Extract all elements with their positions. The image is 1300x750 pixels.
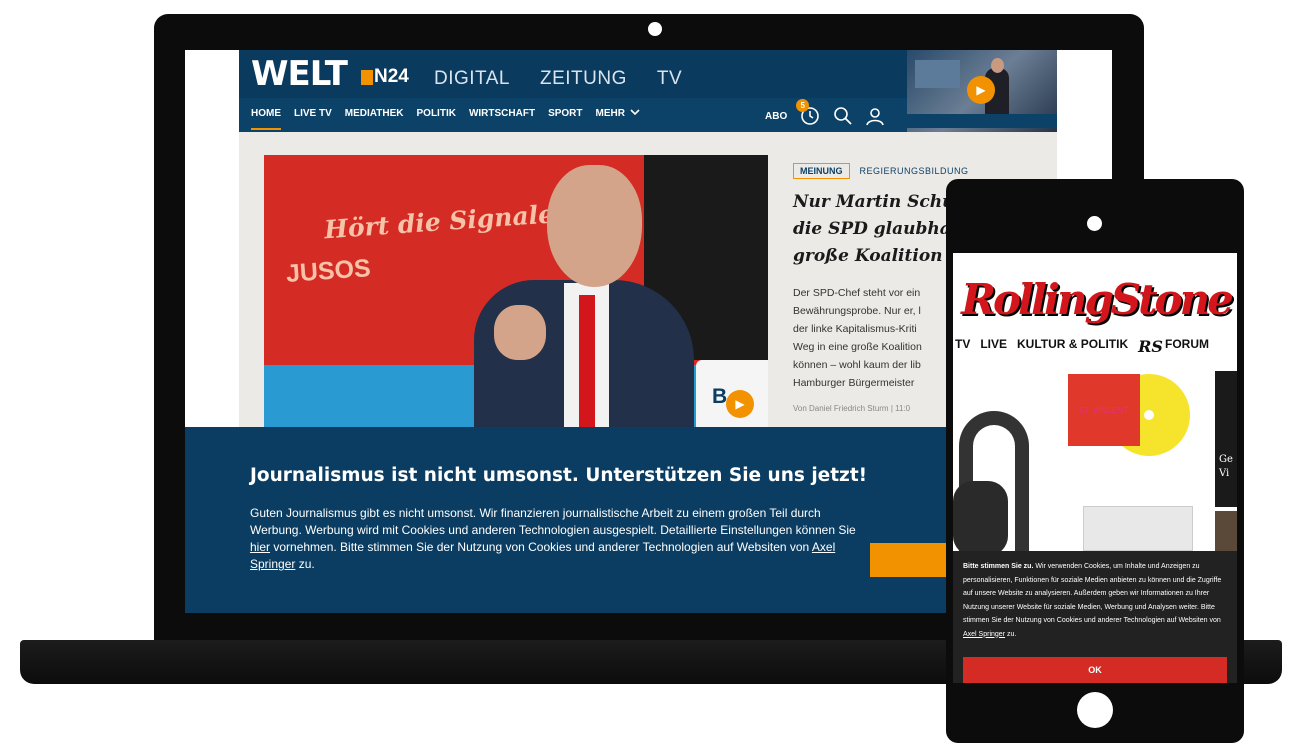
podium-text: B: [712, 385, 728, 408]
presenter-head: [991, 58, 1004, 73]
main-nav: HOME LIVE TV MEDIATHEK POLITIK WIRTSCHAF…: [251, 108, 640, 130]
hero-banner: JUSOS: [285, 254, 372, 288]
welt-header: WELT N24 DIGITAL ZEITUNG TV HOME LIVE TV…: [239, 50, 1057, 132]
laptop-camera: [648, 22, 662, 36]
cookie-settings-link[interactable]: hier: [250, 540, 270, 554]
cookie-text-part: zu.: [295, 557, 315, 571]
side-teaser[interactable]: [1215, 371, 1237, 507]
nav-mehr-label: MEHR: [595, 108, 625, 119]
live-video-thumbnail[interactable]: ▶: [907, 50, 1057, 132]
device-mockup: WELT N24 DIGITAL ZEITUNG TV HOME LIVE TV…: [0, 0, 1300, 750]
nav-mehr[interactable]: MEHR: [596, 108, 640, 130]
n24-label: N24: [374, 66, 409, 87]
history-button[interactable]: 5: [796, 99, 821, 127]
chevron-down-icon: [630, 109, 640, 116]
studio-screen: [915, 60, 960, 88]
tablet-screen: RollingStone TV LIVE KULTUR & POLITIK RS…: [953, 253, 1237, 683]
top-nav-digital[interactable]: DIGITAL: [434, 68, 510, 90]
hero-image[interactable]: Hört die Signale! JUSOS B ▶: [264, 155, 768, 445]
abo-link[interactable]: ABO: [765, 111, 787, 122]
album-cover-text: ST. VINCENT: [1079, 406, 1129, 415]
nav-politik[interactable]: POLITIK: [417, 108, 456, 130]
search-icon[interactable]: [833, 106, 853, 126]
rs-cookie-publisher-link[interactable]: Axel Springer: [963, 631, 1005, 638]
nav-right: ABO 5: [765, 99, 885, 127]
vinyl-hole: [1144, 410, 1154, 420]
rs-nav: TV LIVE KULTUR & POLITIK RS FORUM: [953, 337, 1237, 356]
n24-logo[interactable]: N24: [361, 66, 409, 88]
rs-cookie-lead: Bitte stimmen Sie zu.: [963, 563, 1034, 570]
nav-wirtschaft[interactable]: WIRTSCHAFT: [469, 108, 535, 130]
cookie-text-part: vornehmen. Bitte stimmen Sie der Nutzung…: [270, 540, 812, 554]
top-nav-tv[interactable]: TV: [657, 68, 682, 90]
rs-cookie-banner: Bitte stimmen Sie zu. Wir verwenden Cook…: [953, 551, 1237, 683]
rolling-stone-logo[interactable]: RollingStone: [958, 275, 1234, 324]
speaker-head: [547, 165, 642, 287]
nav-sport[interactable]: SPORT: [548, 108, 582, 130]
article-tags: MEINUNG REGIERUNGSBILDUNG: [793, 163, 1057, 179]
speaker-tie: [579, 295, 595, 445]
headphones-cup: [953, 481, 1008, 556]
rs-nav-tv[interactable]: TV: [955, 337, 970, 356]
tablet-home-button: [1077, 692, 1113, 728]
boxset-image[interactable]: [1083, 506, 1193, 551]
cookie-text-part: Guten Journalismus gibt es nicht umsonst…: [250, 506, 856, 537]
rs-nav-live[interactable]: LIVE: [980, 337, 1007, 356]
tablet-frame: RollingStone TV LIVE KULTUR & POLITIK RS…: [946, 179, 1244, 743]
news-ticker: [907, 114, 1057, 128]
rs-cookie-text-part: zu.: [1005, 630, 1017, 638]
play-icon[interactable]: ▶: [726, 390, 754, 418]
tag-meinung[interactable]: MEINUNG: [793, 163, 850, 179]
n24-square-icon: [361, 69, 373, 85]
welt-logo[interactable]: WELT: [251, 54, 348, 94]
rs-cookie-text: Bitte stimmen Sie zu. Wir verwenden Cook…: [963, 560, 1231, 641]
cookie-text: Guten Journalismus gibt es nicht umsonst…: [250, 505, 860, 573]
rs-cookie-text-part: Wir verwenden Cookies, um Inhalte und An…: [963, 563, 1222, 624]
rs-mark-icon: RS: [1138, 337, 1163, 356]
rs-cookie-ok-button[interactable]: OK: [963, 657, 1227, 683]
rs-nav-kultur-politik[interactable]: KULTUR & POLITIK: [1017, 337, 1128, 356]
top-nav: DIGITAL ZEITUNG TV: [434, 68, 682, 90]
welt-topbar: WELT N24 DIGITAL ZEITUNG TV: [239, 50, 907, 98]
play-icon[interactable]: ▶: [967, 76, 995, 104]
cookie-title: Journalismus ist nicht umsonst. Unterstü…: [250, 465, 868, 486]
side-teaser-text: Ge Vi: [1219, 454, 1233, 479]
speaker-fist: [494, 305, 546, 360]
rs-nav-forum[interactable]: FORUM: [1165, 337, 1209, 356]
nav-home[interactable]: HOME: [251, 108, 281, 130]
nav-live-tv[interactable]: LIVE TV: [294, 108, 332, 130]
tag-topic[interactable]: REGIERUNGSBILDUNG: [860, 166, 969, 176]
hero-slogan: Hört die Signale!: [323, 198, 566, 245]
tablet-camera: [1087, 216, 1102, 231]
top-nav-zeitung[interactable]: ZEITUNG: [540, 68, 627, 90]
user-icon[interactable]: [865, 106, 885, 126]
nav-mediathek[interactable]: MEDIATHEK: [345, 108, 404, 130]
